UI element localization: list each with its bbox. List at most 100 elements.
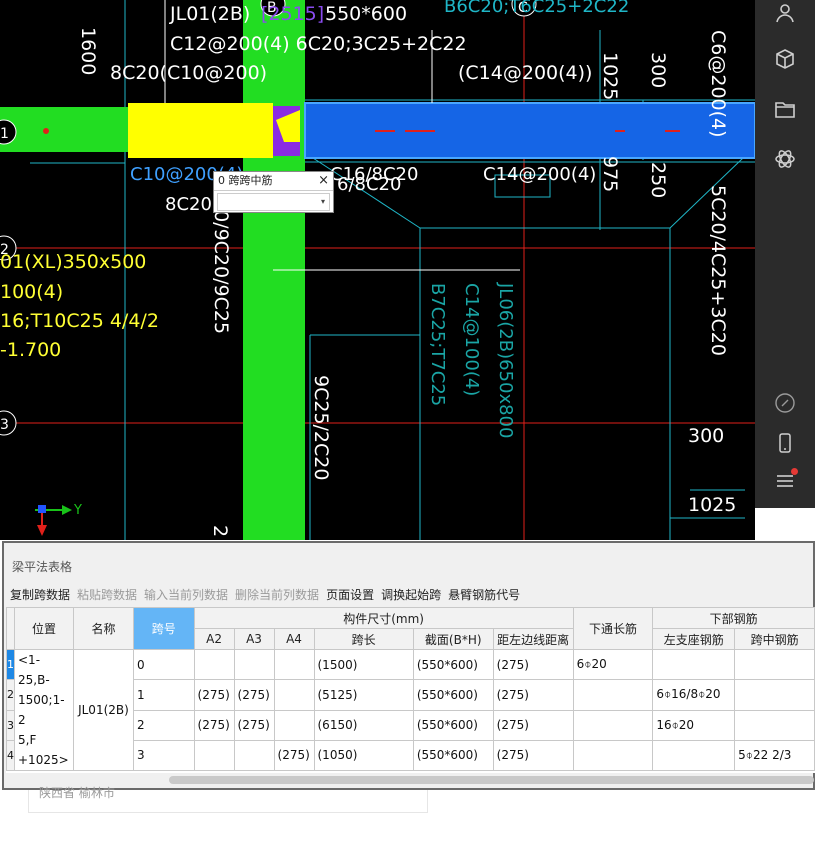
- dim-1025-top: 1025: [599, 52, 621, 100]
- cell-dist[interactable]: (275): [492, 648, 574, 681]
- toolbar-button[interactable]: 粘贴跨数据: [77, 588, 137, 602]
- row-number[interactable]: 1: [6, 648, 15, 681]
- cell-span[interactable]: 1: [132, 679, 195, 711]
- cell-dist[interactable]: (275): [492, 739, 574, 772]
- cell-a3[interactable]: (275): [233, 679, 275, 711]
- cell-a4[interactable]: (275): [273, 739, 315, 772]
- cell-len[interactable]: (1050): [313, 739, 414, 772]
- cell-left[interactable]: [652, 648, 736, 681]
- header-dims-group: 构件尺寸(mm): [193, 607, 574, 629]
- header-a4: A4: [273, 628, 315, 650]
- cell-dist[interactable]: (275): [492, 679, 574, 711]
- cell-cont[interactable]: [572, 679, 654, 711]
- cell-a2[interactable]: [193, 648, 235, 681]
- toolbar-button[interactable]: 输入当前列数据: [144, 588, 228, 602]
- cube-icon[interactable]: [772, 46, 798, 72]
- beam-name-label: JL01(2B): [169, 3, 250, 25]
- cell-a4[interactable]: [273, 679, 315, 711]
- phone-icon[interactable]: [772, 430, 798, 456]
- cell-len[interactable]: (6150): [313, 709, 414, 741]
- position-line: <1-25,B-: [18, 653, 50, 687]
- cell-mid[interactable]: [734, 679, 815, 711]
- cell-cont[interactable]: [572, 709, 654, 741]
- cell-left[interactable]: 6⌽16/8⌽20: [652, 679, 736, 711]
- cell-a2[interactable]: (275): [193, 679, 235, 711]
- cell-span[interactable]: 2: [132, 709, 195, 741]
- cell-mid[interactable]: [734, 709, 815, 741]
- axis-label-3: 3: [0, 417, 9, 433]
- position-line: 5,F: [18, 733, 37, 747]
- header-position: 位置: [14, 607, 74, 650]
- row-number[interactable]: 2: [6, 679, 15, 711]
- row-number[interactable]: 3: [6, 709, 15, 741]
- top-partial-label: B6C20;T6C25+2C22: [444, 0, 629, 17]
- cell-position[interactable]: <1-25,B- 1500;1-2 5,F +1025>: [14, 649, 74, 771]
- popup-close-icon[interactable]: ×: [318, 172, 329, 190]
- corner-cell: [6, 607, 15, 650]
- cell-a4[interactable]: [273, 648, 315, 681]
- cell-sec[interactable]: (550*600): [412, 739, 494, 772]
- cell-dist[interactable]: (275): [492, 709, 574, 741]
- toolbar-button[interactable]: 调换起始跨: [381, 588, 441, 602]
- table-row[interactable]: 1 <1-25,B- 1500;1-2 5,F +1025> JL01(2B) 0 (1500…: [6, 648, 815, 771]
- left-beam-strip: [0, 107, 128, 152]
- atom-icon[interactable]: [772, 146, 798, 172]
- left-1700-label: -1.700: [0, 339, 61, 361]
- cell-a2[interactable]: [193, 739, 235, 772]
- cell-len[interactable]: (5125): [313, 679, 414, 711]
- cell-a3[interactable]: (275): [233, 709, 275, 741]
- beam-rebar-label: C12@200(4) 6C20;3C25+2C22: [170, 33, 467, 55]
- header-span-no[interactable]: 跨号: [132, 607, 195, 650]
- cad-drawing: 1 2 3 B C Y JL01(2B) [2515] 550*600 C12@…: [0, 0, 755, 540]
- toolbar-button[interactable]: 悬臂钢筋代号: [448, 588, 520, 602]
- beam-code-label: [2515]: [261, 3, 324, 25]
- location-text: 陕西省 榆林市: [39, 786, 115, 800]
- cell-a4[interactable]: [273, 709, 315, 741]
- cell-name[interactable]: JL01(2B): [72, 649, 134, 771]
- cell-mid[interactable]: 5⌽22 2/3: [734, 739, 815, 772]
- header-section: 截面(B*H): [412, 628, 494, 650]
- user-icon[interactable]: [772, 0, 798, 26]
- cell-a3[interactable]: [233, 739, 275, 772]
- dim-300-mid: 300: [688, 425, 724, 447]
- cell-cont[interactable]: 6⌽20: [572, 648, 654, 681]
- link-icon[interactable]: [772, 390, 798, 416]
- header-name: 名称: [72, 607, 134, 650]
- cell-left[interactable]: [652, 739, 736, 772]
- toolbar-button[interactable]: 复制跨数据: [10, 588, 70, 602]
- cell-sec[interactable]: (550*600): [412, 648, 494, 681]
- cell-len[interactable]: (1500): [313, 648, 414, 681]
- cell-mid[interactable]: [734, 648, 815, 681]
- left-8c20-label: 8C20: [165, 194, 212, 215]
- position-line: 1500;1-2: [18, 693, 65, 727]
- cell-sec[interactable]: (550*600): [412, 679, 494, 711]
- cell-a2[interactable]: (275): [193, 709, 235, 741]
- popup-title: 0 跨跨中筋: [218, 174, 273, 187]
- cell-cont[interactable]: [572, 739, 654, 772]
- header-mid-span: 跨中钢筋: [734, 628, 815, 650]
- table-viewport[interactable]: 位置 名称 跨号 构件尺寸(mm) 下通长筋 下部钢筋 A2 A3 A4 跨长 …: [6, 607, 815, 773]
- toolbar-button[interactable]: 页面设置: [326, 588, 374, 602]
- popup-select[interactable]: ▾: [217, 193, 330, 211]
- cell-left[interactable]: 16⌽20: [652, 709, 736, 741]
- row-number[interactable]: 4: [6, 739, 15, 772]
- cell-span[interactable]: 3: [132, 739, 195, 772]
- cell-span[interactable]: 0: [132, 648, 195, 681]
- left-xl-label: 01(XL)350x500: [0, 251, 146, 273]
- cell-sec[interactable]: (550*600): [412, 709, 494, 741]
- header-a2: A2: [193, 628, 235, 650]
- cad-canvas[interactable]: 1 2 3 B C Y JL01(2B) [2515] 550*600 C12@…: [0, 0, 755, 540]
- beam-table: 位置 名称 跨号 构件尺寸(mm) 下通长筋 下部钢筋 A2 A3 A4 跨长 …: [6, 607, 815, 772]
- beam-size-label: 550*600: [325, 3, 407, 25]
- panel-title: 梁平法表格: [12, 560, 73, 574]
- right-vertical-label: 5C20/4C25+3C20: [707, 185, 729, 356]
- header-span-length: 跨长: [313, 628, 414, 650]
- left-16-label: 16;T10C25 4/4/2: [0, 310, 159, 332]
- table-body: 1 <1-25,B- 1500;1-2 5,F +1025> JL01(2B) 0 (1500…: [6, 648, 815, 772]
- toolbar-button[interactable]: 删除当前列数据: [235, 588, 319, 602]
- folder-icon[interactable]: [772, 96, 798, 122]
- chevron-down-icon[interactable]: ▾: [321, 197, 325, 206]
- cell-a3[interactable]: [233, 648, 275, 681]
- horizontal-scrollbar[interactable]: [169, 776, 814, 784]
- span-rebar-popup[interactable]: 0 跨跨中筋 × ▾: [213, 171, 334, 213]
